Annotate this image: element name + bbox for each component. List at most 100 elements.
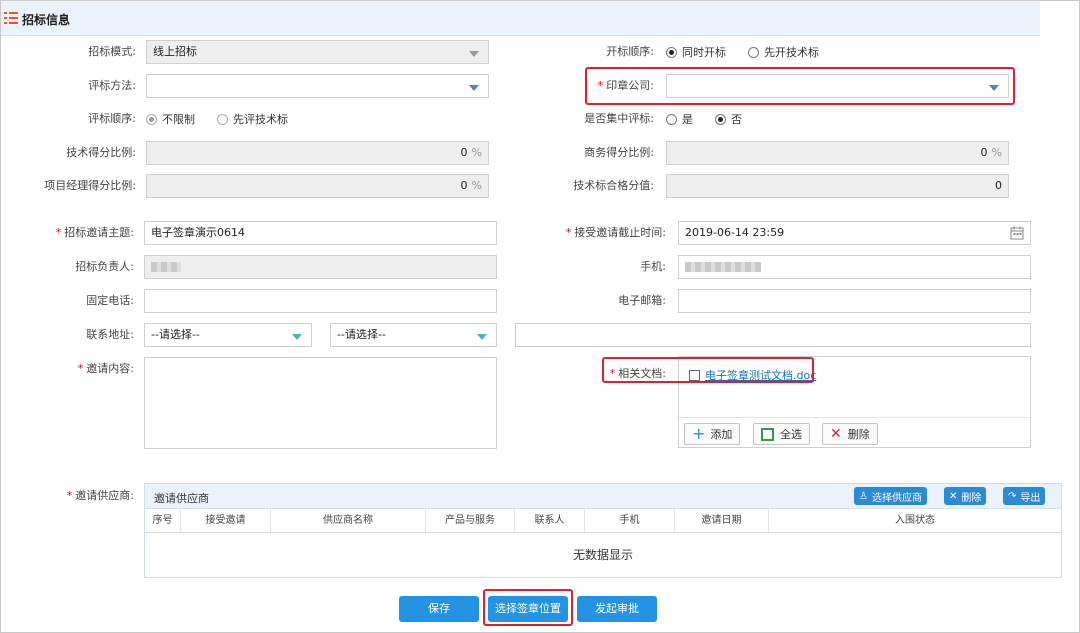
delete-doc-button[interactable]: ✕ 删除: [822, 423, 878, 445]
tech-ratio-value: 0: [460, 146, 468, 159]
central-eval-label: 是否集中评标:: [584, 112, 654, 125]
user-icon: ♙: [859, 490, 868, 502]
save-button[interactable]: 保存: [399, 596, 479, 622]
phone-label: 固定电话:: [86, 294, 134, 307]
delete-doc-label: 删除: [847, 428, 870, 441]
column-header: 入围状态: [895, 515, 935, 526]
chevron-down-icon: [477, 334, 487, 340]
eval-order-radio-2[interactable]: [217, 113, 228, 125]
highlight-seal-company: [585, 67, 1015, 105]
mode-select: 线上招标: [146, 40, 489, 64]
submit-approval-button[interactable]: 发起审批: [577, 596, 657, 622]
column-header: 手机: [585, 509, 675, 532]
tech-ratio-label: 技术得分比例:: [66, 146, 136, 159]
open-order-radio-1[interactable]: [666, 46, 677, 58]
pm-ratio-value: 0: [460, 179, 468, 192]
invite-content-label-text: 邀请内容:: [86, 362, 134, 375]
add-doc-label: 添加: [710, 428, 733, 441]
empty-message: 无数据显示: [572, 548, 633, 562]
eval-method-select[interactable]: [146, 74, 489, 98]
eval-order-radio-1[interactable]: [146, 113, 157, 125]
docs-divider: [679, 417, 1030, 418]
suppliers-label: * 邀请供应商:: [66, 489, 134, 502]
column-header: 接受邀请: [181, 509, 271, 532]
plus-icon: +: [692, 424, 706, 443]
section-header: [0, 0, 1040, 36]
chevron-down-icon: [469, 51, 479, 57]
export-label: 导出: [1020, 492, 1041, 504]
tech-pass-field: 0: [666, 174, 1009, 198]
delete-supplier-button[interactable]: ✕ 删除: [944, 487, 987, 505]
delete-supplier-label: 删除: [961, 492, 982, 504]
highlight-seal-position: [483, 589, 573, 626]
calendar-icon[interactable]: [1010, 226, 1024, 240]
suppliers-grid: 邀请供应商 ♙ 选择供应商 ✕ 删除 ↷ 导出 序号 接受邀请 供应商名称 产品与服务…: [144, 483, 1062, 578]
suppliers-grid-header: 序号 接受邀请 供应商名称 产品与服务 联系人 手机 邀请日期 入围状态: [145, 509, 1061, 533]
section-title: 招标信息: [22, 13, 71, 27]
open-order-radios: 同时开标 先开技术标: [666, 40, 841, 64]
close-icon: ✕: [830, 426, 842, 442]
radio-label: 不限制: [162, 113, 195, 126]
redacted-name: [151, 262, 181, 272]
select-supplier-label: 选择供应商: [871, 492, 922, 504]
central-eval-radio-yes[interactable]: [666, 113, 677, 125]
invite-subject-input[interactable]: 电子签章演示0614: [144, 221, 497, 245]
list-icon: [4, 12, 18, 24]
deadline-input[interactable]: 2019-06-14 23:59: [678, 221, 1031, 245]
mode-value: 线上招标: [153, 45, 197, 58]
central-eval-radio-no[interactable]: [715, 113, 726, 125]
email-input[interactable]: [678, 289, 1031, 313]
unit: %: [991, 146, 1002, 159]
deadline-label-text: 接受邀请截止时间:: [574, 226, 666, 239]
email-label: 电子邮箱:: [618, 294, 666, 307]
radio-label: 同时开标: [682, 46, 726, 59]
radio-label: 先评技术标: [233, 113, 288, 126]
tech-pass-value: 0: [995, 179, 1002, 192]
deadline-value: 2019-06-14 23:59: [685, 226, 785, 239]
suppliers-panel-title: 邀请供应商: [154, 492, 209, 505]
checkbox-icon: [761, 427, 774, 441]
mobile-input[interactable]: [678, 255, 1031, 279]
export-icon: ↷: [1008, 490, 1017, 502]
central-eval-radios: 是 否: [666, 107, 764, 131]
biz-ratio-value: 0: [980, 146, 988, 159]
column-header: 供应商名称: [271, 509, 426, 532]
select-supplier-button[interactable]: ♙ 选择供应商: [854, 487, 927, 505]
radio-label: 否: [731, 113, 742, 126]
address-province-value: --请选择--: [151, 328, 200, 341]
owner-label: 招标负责人:: [75, 260, 134, 273]
invite-content-textarea[interactable]: [144, 357, 497, 449]
pm-ratio-label: 项目经理得分比例:: [44, 179, 136, 192]
pm-ratio-field: 0%: [146, 174, 489, 198]
address-city-select[interactable]: --请选择--: [330, 323, 497, 347]
invite-subject-label: * 招标邀请主题:: [55, 226, 134, 239]
address-city-value: --请选择--: [337, 328, 386, 341]
close-icon: ✕: [949, 490, 958, 502]
column-header: 产品与服务: [426, 509, 515, 532]
select-all-button[interactable]: 全选: [753, 423, 810, 445]
tech-pass-label: 技术标合格分值:: [573, 179, 654, 192]
redacted-mobile: [685, 262, 761, 272]
invite-content-label: * 邀请内容:: [77, 362, 134, 375]
unit: %: [471, 146, 482, 159]
add-doc-button[interactable]: + 添加: [684, 423, 741, 445]
highlight-docs: [602, 357, 814, 383]
invite-subject-label-text: 招标邀请主题:: [64, 226, 134, 239]
address-province-select[interactable]: --请选择--: [144, 323, 312, 347]
address-label: 联系地址:: [86, 328, 134, 341]
unit: %: [471, 179, 482, 192]
address-detail-input[interactable]: [515, 323, 1031, 347]
column-header: 邀请日期: [675, 509, 769, 532]
open-order-radio-2[interactable]: [748, 46, 759, 58]
biz-ratio-label: 商务得分比例:: [584, 146, 654, 159]
chevron-down-icon: [292, 334, 302, 340]
eval-method-label: 评标方法:: [88, 79, 136, 92]
suppliers-label-text: 邀请供应商:: [75, 489, 134, 502]
radio-label: 先开技术标: [764, 46, 819, 59]
mode-label: 招标模式:: [88, 45, 136, 58]
select-all-label: 全选: [780, 428, 802, 441]
eval-order-label: 评标顺序:: [88, 112, 136, 125]
column-header: 序号: [145, 509, 181, 532]
phone-input[interactable]: [144, 289, 497, 313]
export-button[interactable]: ↷ 导出: [1003, 487, 1046, 505]
